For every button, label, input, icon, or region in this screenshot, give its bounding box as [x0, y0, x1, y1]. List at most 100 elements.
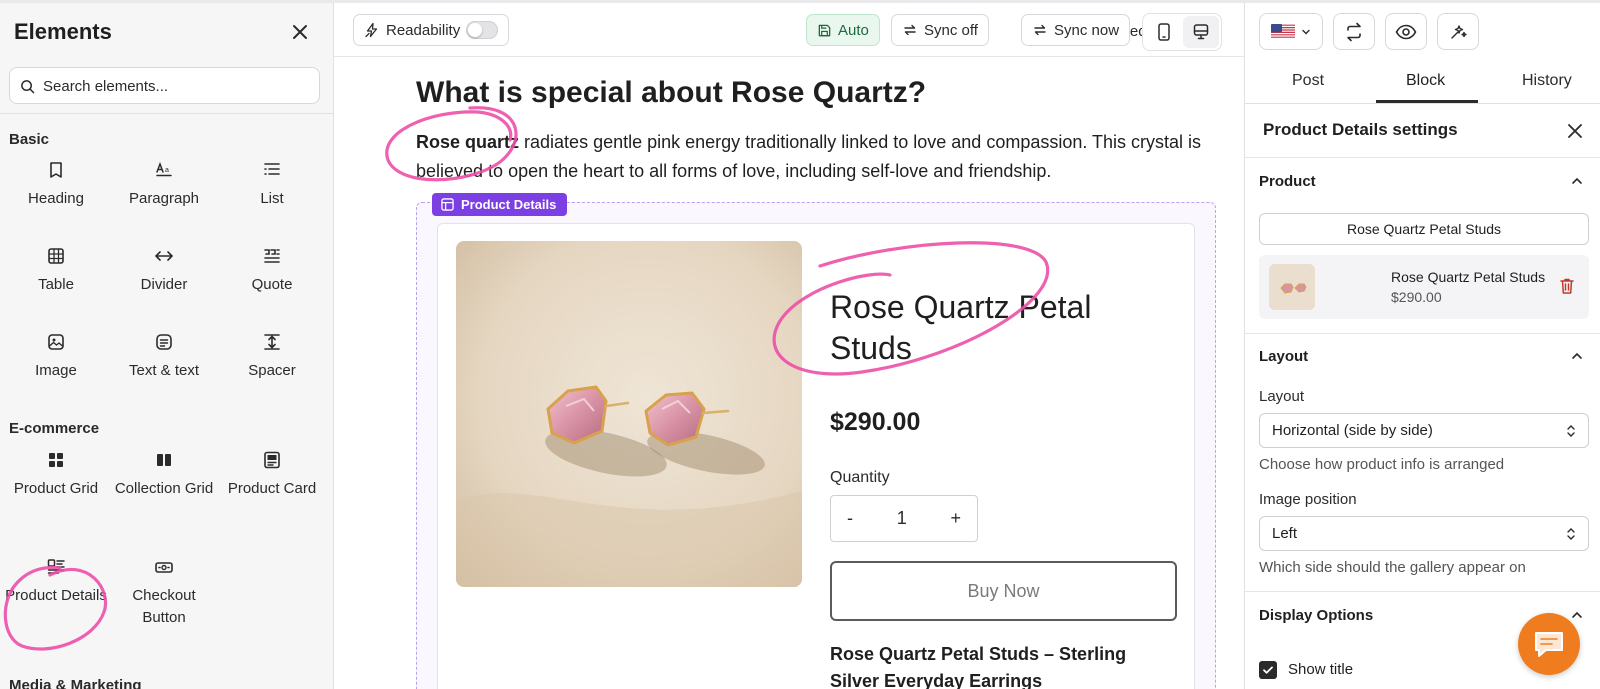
selected-product-name: Rose Quartz Petal Studs: [1391, 269, 1546, 285]
show-title-checkbox[interactable]: [1259, 661, 1277, 679]
search-input[interactable]: [43, 75, 308, 97]
table-icon: [48, 248, 64, 264]
language-selector[interactable]: [1259, 13, 1323, 50]
elements-sidebar: Elements Basic Heading a Paragraph List …: [0, 3, 334, 689]
body-paragraph[interactable]: Rose quartz radiates gentle pink energy …: [416, 128, 1216, 186]
readability-toggle[interactable]: Readability: [353, 14, 510, 46]
quantity-value[interactable]: 1: [897, 508, 907, 529]
element-divider[interactable]: Divider: [110, 246, 218, 296]
auto-label: Auto: [838, 21, 869, 39]
layout-help: Choose how product info is arranged: [1259, 456, 1505, 473]
element-quote[interactable]: Quote: [218, 246, 326, 296]
chevron-up-icon[interactable]: [1570, 174, 1584, 188]
toggle-switch[interactable]: [466, 21, 499, 39]
readability-icon: [365, 22, 378, 38]
product-thumbnail: [1269, 264, 1315, 310]
sync-now-button[interactable]: Sync now: [1021, 14, 1131, 46]
chevron-up-icon[interactable]: [1570, 608, 1584, 622]
element-table[interactable]: Table: [2, 246, 110, 296]
quantity-increase-button[interactable]: +: [950, 508, 961, 529]
image-position-label: Image position: [1259, 491, 1357, 508]
bookmark-icon: [50, 162, 62, 178]
element-paragraph[interactable]: a Paragraph: [110, 160, 218, 210]
section-basic: Basic: [9, 131, 50, 148]
choose-product-button[interactable]: Rose Quartz Petal Studs: [1259, 213, 1589, 245]
preview-button[interactable]: [1385, 13, 1427, 50]
desktop-icon: [1193, 24, 1209, 40]
auto-save-button[interactable]: Auto: [806, 14, 880, 46]
quantity-stepper: - 1 +: [830, 495, 978, 542]
element-label: Product Grid: [13, 480, 99, 497]
select-arrows-icon: [1567, 528, 1575, 540]
readability-label: Readability: [386, 21, 461, 39]
element-list[interactable]: List: [218, 160, 326, 210]
quote-icon: [264, 249, 280, 263]
mobile-view-button[interactable]: [1146, 16, 1182, 48]
close-icon[interactable]: [288, 20, 312, 44]
quantity-decrease-button[interactable]: -: [847, 508, 853, 529]
block-type-tag[interactable]: Product Details: [432, 193, 568, 216]
selected-product-price: $290.00: [1391, 289, 1442, 305]
sync-icon: [904, 24, 916, 36]
search-icon: [21, 80, 35, 94]
image-position-value: Left: [1272, 525, 1298, 542]
element-label: Product Card: [227, 480, 317, 497]
swap-icon: [1347, 22, 1361, 41]
swap-button[interactable]: [1333, 13, 1375, 50]
buy-now-button[interactable]: Buy Now: [830, 561, 1177, 621]
tab-history[interactable]: History: [1522, 72, 1572, 90]
active-tab-indicator: [1376, 100, 1478, 103]
element-product-details[interactable]: Product Details: [2, 557, 110, 607]
paragraph-bold-text: Rose quartz: [416, 132, 520, 152]
element-collection-grid[interactable]: Collection Grid: [110, 450, 218, 500]
element-label: Image: [35, 362, 77, 379]
divider-icon: [155, 251, 173, 261]
select-arrows-icon: [1567, 425, 1575, 437]
editor-toolbar: Readability Saved Auto Sync off Sync now: [334, 3, 1244, 57]
show-title-label: Show title: [1288, 661, 1354, 678]
eye-icon: [1395, 24, 1417, 39]
tab-block[interactable]: Block: [1406, 72, 1445, 90]
sync-icon: [1034, 24, 1046, 36]
us-flag-icon: [1271, 23, 1295, 40]
element-label: Product Details: [5, 587, 107, 604]
element-text-and-text[interactable]: Text & text: [110, 332, 218, 382]
element-spacer[interactable]: Spacer: [218, 332, 326, 382]
trash-icon[interactable]: [1559, 277, 1575, 295]
product-price: $290.00: [830, 408, 921, 436]
ai-assist-button[interactable]: [1437, 13, 1479, 50]
desktop-view-button[interactable]: [1183, 16, 1219, 48]
settings-title: Product Details settings: [1263, 120, 1458, 139]
display-options-header[interactable]: Display Options: [1259, 607, 1373, 624]
chevron-up-icon[interactable]: [1570, 349, 1584, 363]
element-heading[interactable]: Heading: [2, 160, 110, 210]
layout-select[interactable]: Horizontal (side by side): [1259, 413, 1589, 448]
chat-widget-button[interactable]: [1518, 613, 1580, 675]
element-label: Table: [38, 276, 74, 293]
layout-icon: [441, 198, 454, 211]
save-icon: [818, 24, 831, 36]
chevron-down-icon: [1302, 29, 1310, 34]
product-subheading: Rose Quartz Petal Studs – Sterling Silve…: [830, 644, 1127, 689]
section-heading[interactable]: What is special about Rose Quartz?: [416, 76, 926, 110]
element-checkout-button[interactable]: Checkout Button: [110, 557, 218, 629]
selected-product: Rose Quartz Petal Studs $290.00: [1259, 255, 1589, 319]
layout-label: Layout: [1259, 388, 1305, 405]
collection-icon: [157, 454, 171, 466]
divider: [1245, 591, 1600, 592]
details-icon: [47, 559, 65, 574]
tab-post[interactable]: Post: [1292, 72, 1324, 90]
card-icon: [264, 451, 280, 469]
element-product-grid[interactable]: Product Grid: [2, 450, 110, 500]
grid-icon: [49, 453, 63, 467]
paragraph-icon: a: [156, 161, 172, 177]
element-product-card[interactable]: Product Card: [218, 450, 326, 500]
element-image[interactable]: Image: [2, 332, 110, 382]
sync-off-button[interactable]: Sync off: [891, 14, 989, 46]
image-position-select[interactable]: Left: [1259, 516, 1589, 551]
product-image[interactable]: [456, 241, 802, 587]
close-icon[interactable]: [1566, 122, 1584, 140]
product-section-header[interactable]: Product: [1259, 173, 1316, 190]
layout-section-header[interactable]: Layout: [1259, 348, 1308, 365]
element-label: Heading: [28, 190, 84, 207]
